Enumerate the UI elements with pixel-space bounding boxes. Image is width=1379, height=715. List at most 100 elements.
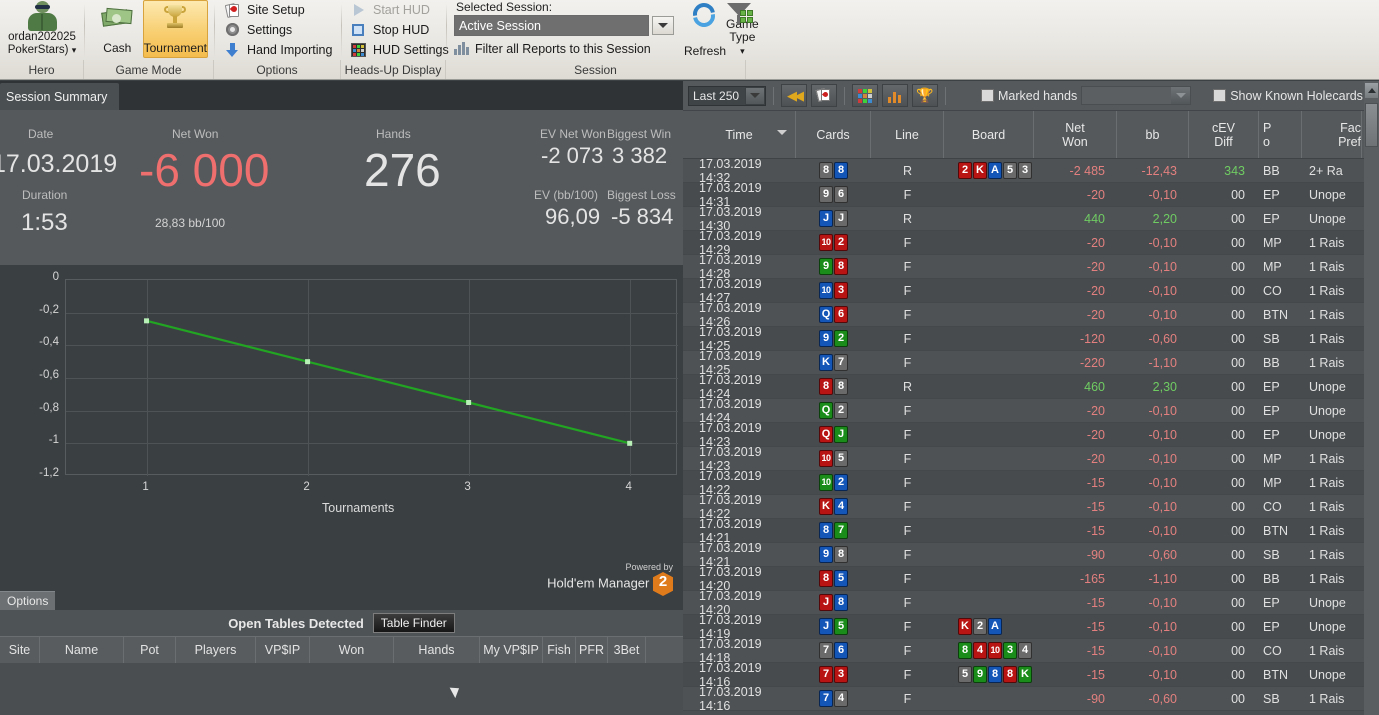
table-finder-column-header[interactable]: Won [310, 637, 394, 663]
game-type-button[interactable]: Game Type ▾ [726, 0, 759, 58]
table-row[interactable]: 17.03.2019 14:25 9 2 F -120 -0,60 00 SB 1 Rais [683, 325, 1379, 353]
tournament-mode-button[interactable]: Tournament [142, 0, 208, 58]
chevron-down-icon[interactable]: ▾ [740, 46, 745, 56]
cell-board [944, 375, 1034, 399]
marked-hands-checkbox[interactable] [981, 89, 994, 102]
table-finder-column-header[interactable]: Fish [543, 637, 576, 663]
table-finder-column-header[interactable]: Site [0, 637, 40, 663]
table-row[interactable]: 17.03.2019 14:24 8 8 R 460 2,30 00 EP Unope [683, 373, 1379, 401]
hands-label: Hands [376, 127, 411, 141]
column-header-facing-preflop[interactable]: Fac Pref [1302, 111, 1362, 158]
column-header-bb[interactable]: bb [1117, 111, 1189, 158]
table-row[interactable]: 17.03.2019 14:26 Q 6 F -20 -0,10 00 BTN 1 Rais [683, 301, 1379, 329]
table-row[interactable]: 17.03.2019 14:21 8 7 F -15 -0,10 00 BTN 1 Rais [683, 517, 1379, 545]
table-row[interactable]: 17.03.2019 14:19 J 5 F K 2 A -15 -0,10 00 EP Unope [683, 613, 1379, 641]
site-setup-menu-item[interactable]: Site Setup [222, 1, 311, 19]
table-finder-column-header[interactable]: 3Bet [608, 637, 646, 663]
hand-importing-menu-item[interactable]: Hand Importing [222, 41, 338, 59]
cash-mode-button[interactable]: Cash [98, 0, 137, 58]
hand-range-dropdown-button[interactable] [745, 86, 765, 105]
selected-session-dropdown[interactable]: Active Session [454, 15, 649, 36]
table-row[interactable]: 17.03.2019 14:25 K 7 F -220 -1,10 00 BB 1 Rais [683, 349, 1379, 377]
marked-hands-dropdown[interactable] [1081, 86, 1192, 105]
cell-cev-diff: 00 [1231, 595, 1245, 610]
chart-data-point [466, 400, 472, 405]
cell-line: R [902, 163, 913, 178]
hud-settings-menu-item[interactable]: HUD Settings [348, 41, 455, 59]
funnel-icon [726, 2, 758, 24]
table-row[interactable]: 17.03.2019 14:29 10 2 F -20 -0,10 00 MP 1 Rais [683, 229, 1379, 257]
cell-hole-cards: 88 [796, 159, 871, 183]
cell-cev-diff: 00 [1231, 403, 1245, 418]
table-row[interactable]: 17.03.2019 14:23 10 5 F -20 -0,10 00 MP 1 Rais [683, 445, 1379, 473]
column-header-line[interactable]: Line [871, 111, 944, 158]
table-finder-column-header[interactable]: PFR [576, 637, 608, 663]
rewind-button[interactable]: ◀◀ [781, 84, 807, 107]
cell-net-won: -20 [1086, 403, 1105, 418]
filter-reports-checkbox[interactable]: Filter all Reports to this Session [454, 41, 674, 56]
scrollbar-thumb[interactable] [1365, 103, 1378, 147]
playing-card: K [958, 618, 972, 635]
cell-line: F [903, 259, 912, 274]
table-row[interactable]: 17.03.2019 14:28 9 8 F -20 -0,10 00 MP 1 Rais [683, 253, 1379, 281]
cell-net-won: -90 [1086, 691, 1105, 706]
table-finder-button[interactable]: Table Finder [372, 613, 455, 633]
scroll-up-button[interactable] [1365, 83, 1378, 98]
replay-hand-button[interactable] [811, 84, 837, 107]
table-finder-column-header[interactable]: Name [40, 637, 124, 663]
chevron-down-icon[interactable]: ▾ [72, 45, 77, 55]
playing-card: 3 [834, 666, 848, 683]
selected-session-dropdown-button[interactable] [652, 16, 674, 35]
column-header-time[interactable]: Time [683, 111, 796, 158]
settings-menu-item[interactable]: Settings [222, 21, 298, 39]
cell-hole-cards: JJ [796, 207, 871, 231]
stop-hud-menu-item[interactable]: Stop HUD [348, 21, 435, 39]
column-header-cev-diff[interactable]: cEV Diff [1189, 111, 1259, 158]
show-known-holecards-checkbox[interactable] [1213, 89, 1227, 102]
table-row[interactable]: 17.03.2019 14:32 8 8 R 2 K A 5 3 -2 485 -12,43 343 B… [683, 159, 1379, 185]
table-row[interactable]: 17.03.2019 14:31 9 6 F -20 -0,10 00 EP Unope [683, 181, 1379, 209]
column-header-net-won[interactable]: Net Won [1034, 111, 1117, 158]
column-header-board[interactable]: Board [944, 111, 1034, 158]
table-row[interactable]: 17.03.2019 14:21 9 8 F -90 -0,60 00 SB 1 Rais [683, 540, 1379, 569]
table-row[interactable]: 17.03.2019 14:20 8 5 F -165 -1,10 00 BB 1 Rais [683, 565, 1379, 593]
table-finder-column-header[interactable]: Hands [394, 637, 480, 663]
table-row[interactable]: 17.03.2019 14:23 Q J F -20 -0,10 00 EP Unope [683, 421, 1379, 449]
table-row[interactable]: 17.03.2019 14:20 J 8 F -15 -0,10 00 EP Unope [683, 589, 1379, 617]
table-row[interactable]: 17.03.2019 14:24 Q 2 F -20 -0,10 00 EP Unope [683, 397, 1379, 425]
grid-report-button[interactable] [852, 84, 878, 107]
table-finder-column-header[interactable]: Pot [124, 637, 176, 663]
hands-scrollbar[interactable] [1364, 81, 1379, 715]
hands-list[interactable]: 17.03.2019 14:32 8 8 R 2 K A 5 3 -2 485 -12,43 343 B… [683, 159, 1379, 715]
cell-time: 17.03.2019 14:21 [699, 540, 762, 569]
table-row[interactable]: 17.03.2019 14:22 K 4 F -15 -0,10 00 CO 1 Rais [683, 493, 1379, 521]
column-header-cards[interactable]: Cards [796, 111, 871, 158]
chart-options-button[interactable]: Options [0, 591, 56, 610]
playing-card: 5 [1003, 162, 1017, 179]
hero-profile-button[interactable]: ordan202025 PokerStars) ▾ [6, 0, 78, 58]
playing-card: 2 [834, 402, 848, 419]
table-finder-column-header[interactable]: Players [176, 637, 256, 663]
hand-range-dropdown[interactable]: Last 250 [688, 85, 766, 106]
marked-hands-dropdown-button[interactable] [1171, 87, 1191, 104]
table-row[interactable]: 17.03.2019 14:18 7 6 F 8 4 10 3 4 -15 -0,10 00 CO 1 R… [683, 637, 1379, 665]
bar-chart-button[interactable] [882, 84, 908, 107]
playing-card: J [819, 210, 833, 227]
tournament-report-button[interactable]: 🏆 [912, 84, 938, 107]
cell-hole-cards: 10 2 [796, 471, 871, 495]
cell-bb: -0,10 [1148, 307, 1178, 322]
table-row[interactable]: 17.03.2019 14:30 J J R 440 2,20 00 EP Unope [683, 205, 1379, 233]
table-row[interactable]: 17.03.2019 14:16 7 4 F -90 -0,60 00 SB 1 Rais [683, 685, 1379, 713]
refresh-button[interactable]: Refresh [684, 0, 726, 58]
cell-bb: -12,43 [1141, 163, 1177, 178]
column-header-position[interactable]: Po [1259, 111, 1302, 158]
table-finder-column-header[interactable]: My VP$IP [480, 637, 543, 663]
cell-position: CO [1263, 283, 1282, 298]
selected-session-value: Active Session [459, 18, 541, 33]
table-finder-column-header[interactable]: VP$IP [256, 637, 310, 663]
table-row[interactable]: 17.03.2019 14:16 7 3 F 5 9 8 8 K -15 -0,10 00 BTN Uno… [683, 661, 1379, 689]
table-row[interactable]: 17.03.2019 14:27 10 3 F -20 -0,10 00 CO 1 Rais [683, 277, 1379, 305]
tab-session-summary[interactable]: Session Summary [0, 83, 120, 110]
playing-card: 4 [1018, 642, 1032, 659]
table-row[interactable]: 17.03.2019 14:22 10 2 F -15 -0,10 00 MP 1 Rais [683, 469, 1379, 497]
